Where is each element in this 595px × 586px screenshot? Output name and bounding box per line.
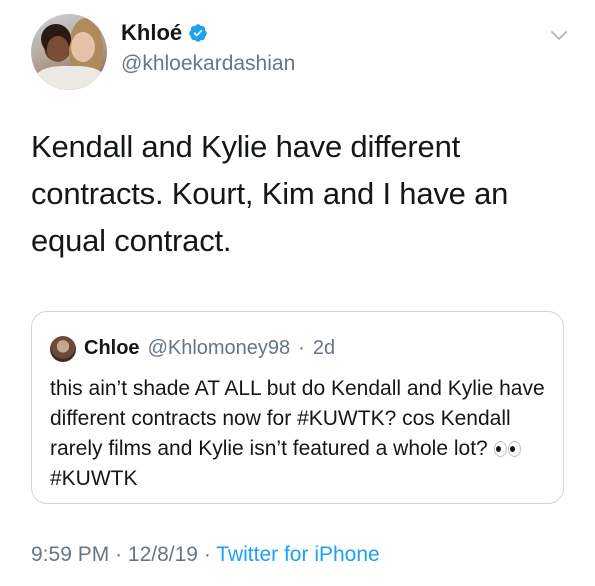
tweet-text: Kendall and Kylie have different contrac… [31,129,509,258]
quoted-author-avatar [50,336,76,362]
avatar-detail [71,32,95,62]
eye-left [493,441,507,458]
eyes-emoji [493,441,521,458]
quoted-tweet-header: Chloe @Khlomoney98 · 2d [84,337,335,360]
quoted-tweet-card[interactable]: Chloe @Khlomoney98 · 2d this ain’t shade… [31,311,564,504]
quoted-author-name: Chloe [84,337,140,359]
author-name[interactable]: Khloé [121,20,182,46]
tweet-date[interactable]: 12/8/19 [128,543,198,566]
separator-dot: · [298,337,305,359]
author-handle[interactable]: @khloekardashian [121,52,295,76]
quoted-text-body: this ain’t shade AT ALL but do Kendall a… [50,377,545,460]
tweet-time[interactable]: 9:59 PM [31,543,109,566]
separator-dot: · [203,543,211,566]
quoted-tweet-text: this ain’t shade AT ALL but do Kendall a… [50,374,550,494]
avatar-detail [47,36,69,62]
tweet-footer: 9:59 PM · 12/8/19 · Twitter for iPhone [31,543,380,567]
quoted-tweet-age: 2d [312,337,336,359]
author-name-row[interactable]: Khloé [121,20,208,46]
separator-dot: · [115,543,123,566]
avatar-detail [35,66,105,90]
chevron-down-icon[interactable] [550,30,568,42]
quoted-hashtag: #KUWTK [50,467,138,490]
verified-badge-icon [189,24,207,42]
author-avatar[interactable] [31,14,107,90]
tweet-source-link[interactable]: Twitter for iPhone [216,543,379,566]
quoted-author-handle: @Khlomoney98 [147,337,291,359]
eye-right [507,441,521,458]
